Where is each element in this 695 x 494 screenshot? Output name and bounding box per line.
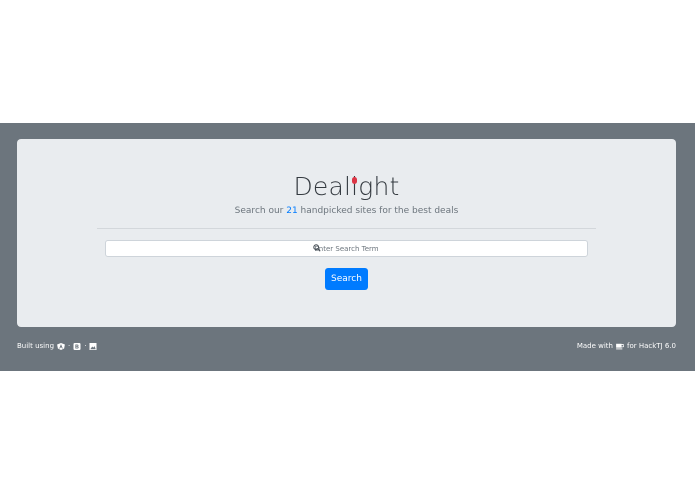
app-logo: Deali ght: [17, 172, 676, 201]
search-input[interactable]: [105, 240, 588, 257]
hackathon-label: for HackTJ 6.0: [626, 342, 676, 350]
hero-band: Deali ght Search our 21 handpicked sites …: [0, 123, 695, 371]
bootstrap-icon: B: [73, 342, 81, 350]
angular-icon: [57, 342, 65, 350]
search-card: Deali ght Search our 21 handpicked sites …: [17, 139, 676, 327]
search-button[interactable]: Search: [325, 268, 368, 290]
image-icon: [89, 342, 97, 350]
separator: ·: [84, 342, 87, 350]
separator: ·: [68, 342, 71, 350]
footer-made-with: Made with for HackTJ 6.0: [577, 342, 676, 350]
search-icon: [313, 244, 321, 252]
logo-bulb-letter: i: [351, 172, 359, 201]
logo-prefix: Deal: [293, 172, 352, 201]
lightbulb-icon: [352, 177, 358, 184]
made-with-label: Made with: [576, 342, 613, 350]
site-count: 21: [286, 206, 298, 216]
built-using-label: Built using: [17, 342, 55, 350]
divider: [97, 228, 596, 229]
coffee-icon: [616, 343, 624, 349]
footer-built-using: Built using · B ·: [17, 342, 97, 350]
tagline-before: Search our: [234, 206, 287, 216]
svg-text:B: B: [75, 344, 79, 350]
tagline: Search our 21 handpicked sites for the b…: [17, 206, 676, 216]
tagline-after: handpicked sites for the best deals: [297, 206, 459, 216]
logo-suffix: ght: [358, 172, 400, 201]
